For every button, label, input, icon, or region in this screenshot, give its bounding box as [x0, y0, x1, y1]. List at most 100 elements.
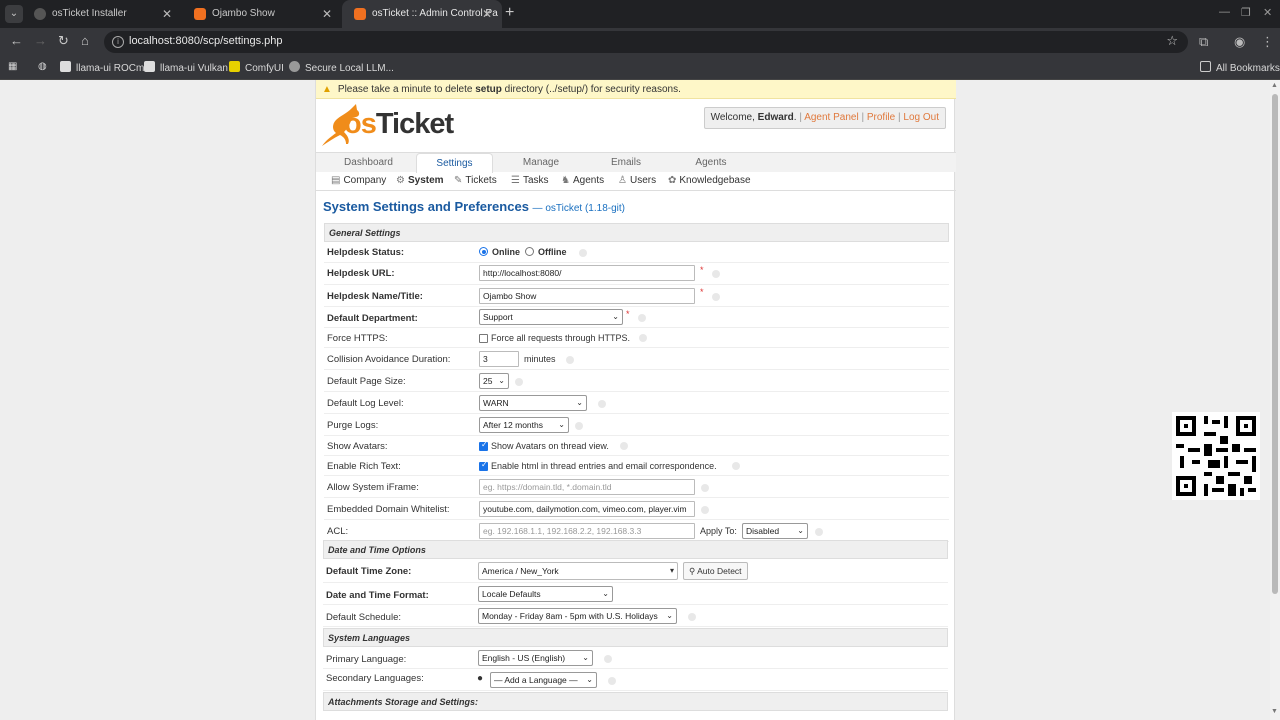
- chevron-down-icon: ⌄: [558, 420, 565, 429]
- apps-grid-icon[interactable]: ▦: [8, 61, 17, 72]
- scroll-down-icon[interactable]: ▼: [1271, 708, 1278, 715]
- reload-icon[interactable]: ↻: [58, 33, 69, 49]
- all-bookmarks[interactable]: All Bookmarks: [1200, 61, 1280, 74]
- tab-search-button[interactable]: ⌄: [5, 5, 23, 23]
- bookmark-llama-rocm[interactable]: llama-ui ROCm: [60, 61, 144, 74]
- default-schedule-select[interactable]: Monday - Friday 8am - 5pm with U.S. Holi…: [478, 608, 677, 624]
- page-size-select[interactable]: 25 ⌄: [479, 373, 509, 389]
- warning-icon: ▲: [322, 84, 332, 95]
- subnav-tasks[interactable]: ☰ Tasks: [511, 175, 549, 186]
- browser-tab-ojambo[interactable]: Ojambo Show ✕: [182, 0, 342, 28]
- url-text[interactable]: localhost:8080/scp/settings.php: [129, 35, 283, 47]
- setup-warning-banner: ▲ Please take a minute to delete setup di…: [316, 80, 956, 99]
- browser-tab-installer[interactable]: osTicket Installer ✕: [22, 0, 182, 28]
- help-icon[interactable]: [608, 677, 616, 685]
- help-icon[interactable]: [712, 270, 720, 278]
- collision-duration-input[interactable]: 3: [479, 351, 519, 367]
- system-iframe-input[interactable]: eg. https://domain.tld, *.domain.tld: [479, 479, 695, 495]
- helpdesk-url-input[interactable]: http://localhost:8080/: [479, 265, 695, 281]
- map-marker-icon: ⚲: [689, 566, 698, 576]
- help-icon[interactable]: [598, 400, 606, 408]
- help-icon[interactable]: [701, 506, 709, 514]
- subnav-agents[interactable]: ♞ Agents: [561, 175, 604, 186]
- primary-language-select[interactable]: English - US (English) ⌄: [478, 650, 593, 666]
- close-tab-icon[interactable]: ✕: [322, 0, 332, 28]
- help-icon[interactable]: [638, 314, 646, 322]
- force-https-checkbox[interactable]: [479, 334, 488, 343]
- add-language-select[interactable]: — Add a Language — ⌄: [490, 672, 597, 688]
- osticket-logo[interactable]: osTicket: [322, 104, 454, 146]
- scrollbar-thumb[interactable]: [1272, 94, 1278, 594]
- help-icon[interactable]: [579, 249, 587, 257]
- home-icon[interactable]: ⌂: [81, 33, 89, 48]
- subnav-company[interactable]: ▤ Company: [331, 175, 386, 186]
- forward-icon[interactable]: →: [34, 33, 47, 48]
- help-icon[interactable]: [732, 462, 740, 470]
- address-bar[interactable]: i localhost:8080/scp/settings.php ☆: [104, 31, 1188, 53]
- tab-manage[interactable]: Manage: [501, 153, 581, 173]
- help-icon[interactable]: [815, 528, 823, 536]
- help-icon[interactable]: [688, 613, 696, 621]
- timezone-select[interactable]: America / New_York ▾: [478, 562, 678, 580]
- default-department-select[interactable]: Support ⌄: [479, 309, 623, 325]
- agent-panel-link[interactable]: Agent Panel: [804, 112, 859, 123]
- status-offline-radio[interactable]: [525, 247, 534, 256]
- row-default-department: Default Department: Support ⌄ *: [324, 307, 949, 328]
- site-info-icon[interactable]: i: [112, 36, 124, 48]
- version-link[interactable]: — osTicket (1.18-git): [533, 203, 625, 214]
- bookmark-star-icon[interactable]: ☆: [1166, 33, 1178, 49]
- help-icon[interactable]: [701, 484, 709, 492]
- ticket-icon: ✎: [454, 175, 463, 186]
- bookmark-secure-llm[interactable]: Secure Local LLM...: [289, 61, 394, 74]
- help-icon[interactable]: [604, 655, 612, 663]
- subnav-users[interactable]: ♙ Users: [618, 175, 656, 186]
- close-window-icon[interactable]: ✕: [1263, 6, 1272, 19]
- profile-link[interactable]: Profile: [867, 112, 895, 123]
- tab-dashboard[interactable]: Dashboard: [326, 153, 411, 173]
- row-page-size: Default Page Size: 25 ⌄: [324, 370, 949, 392]
- subnav-knowledgebase[interactable]: ✿ Knowledgebase: [668, 175, 751, 186]
- close-tab-icon[interactable]: ✕: [482, 0, 492, 28]
- browser-tab-admin[interactable]: osTicket :: Admin Control Pa ✕: [342, 0, 502, 28]
- minimize-icon[interactable]: —: [1219, 6, 1230, 18]
- status-online-radio[interactable]: [479, 247, 488, 256]
- show-avatars-checkbox[interactable]: [479, 440, 488, 451]
- bookmark-llama-vulkan[interactable]: llama-ui Vulkan: [144, 61, 228, 74]
- purge-logs-select[interactable]: After 12 months ⌄: [479, 417, 569, 433]
- acl-input[interactable]: eg. 192.168.1.1, 192.168.2.2, 192.168.3.…: [479, 523, 695, 539]
- profile-icon[interactable]: ◉: [1234, 34, 1245, 50]
- domain-whitelist-input[interactable]: youtube.com, dailymotion.com, vimeo.com,…: [479, 501, 695, 517]
- scroll-up-icon[interactable]: ▲: [1271, 82, 1278, 89]
- menu-kebab-icon[interactable]: ⋮: [1261, 34, 1274, 50]
- tab-emails[interactable]: Emails: [586, 153, 666, 173]
- help-icon[interactable]: [639, 334, 647, 342]
- row-rich-text: Enable Rich Text: Enable html in thread …: [324, 456, 949, 476]
- logout-link[interactable]: Log Out: [903, 112, 939, 123]
- restore-icon[interactable]: ❐: [1241, 6, 1251, 19]
- help-icon[interactable]: [712, 293, 720, 301]
- extensions-icon[interactable]: ⧉: [1199, 34, 1208, 50]
- rich-text-checkbox[interactable]: [479, 460, 488, 471]
- tab-settings[interactable]: Settings: [416, 153, 493, 173]
- page-scrollbar[interactable]: ▲ ▼: [1270, 80, 1280, 720]
- helpdesk-name-input[interactable]: Ojambo Show: [479, 288, 695, 304]
- bookmark-comfyui[interactable]: ComfyUI: [229, 61, 284, 74]
- agent-icon: ♞: [561, 175, 570, 186]
- acl-apply-select[interactable]: Disabled ⌄: [742, 523, 808, 539]
- back-icon[interactable]: ←: [10, 33, 23, 48]
- tab-agents[interactable]: Agents: [671, 153, 751, 173]
- help-icon[interactable]: [515, 378, 523, 386]
- datetime-format-select[interactable]: Locale Defaults ⌄: [478, 586, 613, 602]
- help-icon[interactable]: [575, 422, 583, 430]
- globe-bookmark-icon[interactable]: ◍: [38, 61, 47, 72]
- help-icon[interactable]: [566, 356, 574, 364]
- subnav-tickets[interactable]: ✎ Tickets: [454, 175, 497, 186]
- subnav-system[interactable]: ⚙ System: [396, 175, 444, 186]
- close-tab-icon[interactable]: ✕: [162, 0, 172, 28]
- new-tab-icon[interactable]: +: [505, 4, 514, 22]
- help-icon[interactable]: [620, 442, 628, 450]
- qr-code-icon: [1172, 412, 1260, 500]
- auto-detect-button[interactable]: ⚲ Auto Detect: [683, 562, 748, 580]
- log-level-select[interactable]: WARN ⌄: [479, 395, 587, 411]
- chevron-down-icon: ⌄: [586, 675, 593, 684]
